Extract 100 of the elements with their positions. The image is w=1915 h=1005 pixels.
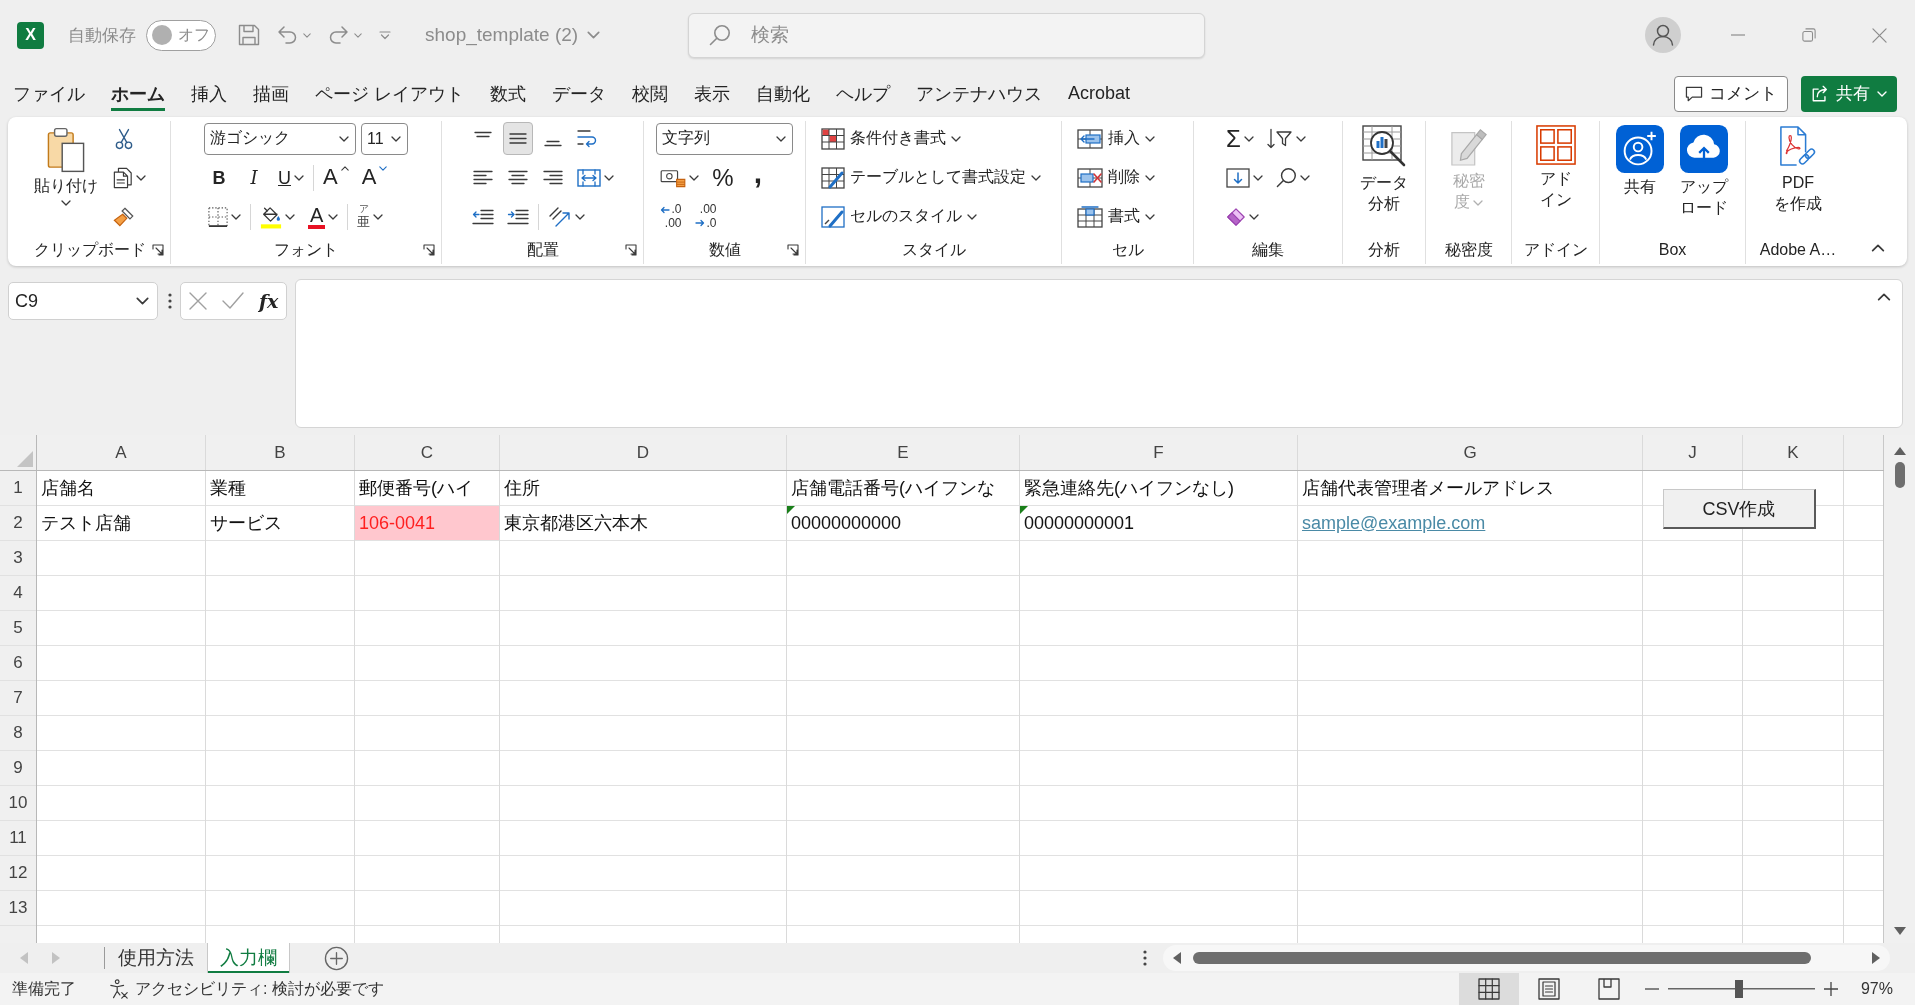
cell-styles-button[interactable]: セルのスタイル [816, 200, 982, 233]
column-header[interactable]: C [355, 435, 499, 470]
menu-tab[interactable]: 挿入 [178, 73, 240, 114]
create-pdf-button[interactable]: PDF を作成 [1771, 121, 1825, 215]
format-cells-button[interactable]: 書式 [1072, 200, 1160, 233]
comment-button[interactable]: コメント [1674, 75, 1788, 112]
caret-up-icon[interactable] [1871, 244, 1885, 252]
scrollbar-thumb[interactable] [1894, 462, 1905, 488]
avatar-icon[interactable] [1645, 17, 1681, 53]
sheet-tab[interactable]: 使用方法 [105, 943, 207, 973]
column-header[interactable]: A [37, 435, 205, 470]
table-cell[interactable]: 業種 [206, 471, 354, 505]
name-box[interactable]: C9 [8, 282, 158, 320]
comma-button[interactable]: , [743, 161, 773, 194]
increase-decimal-button[interactable]: .0 .00 [656, 200, 686, 233]
scrollbar-thumb[interactable] [1193, 952, 1811, 964]
table-cell[interactable]: 緊急連絡先(ハイフンなし) [1020, 471, 1297, 505]
zoom-in-button[interactable] [1823, 982, 1838, 996]
menu-tab[interactable]: ページ レイアウト [302, 73, 477, 114]
format-as-table-button[interactable]: テーブルとして書式設定 [816, 161, 1046, 194]
add-ins-button[interactable]: アドイン [1532, 121, 1579, 211]
menu-tab[interactable]: Acrobat [1055, 73, 1144, 114]
table-cell[interactable]: 東京都港区六本木 [500, 506, 786, 540]
table-cell[interactable]: sample@example.com [1298, 506, 1642, 540]
row-header[interactable]: 3 [0, 541, 36, 575]
table-cell[interactable]: 店舗名 [37, 471, 205, 505]
email-link[interactable]: sample@example.com [1302, 512, 1486, 534]
table-cell[interactable]: 郵便番号(ハイ [355, 471, 499, 505]
column-header[interactable]: D [500, 435, 786, 470]
triangle-left-icon[interactable] [1173, 952, 1181, 964]
table-cell[interactable]: 店舗代表管理者メールアドレス [1298, 471, 1642, 505]
row-header[interactable]: 5 [0, 611, 36, 645]
menu-tab[interactable]: 数式 [477, 73, 539, 114]
undo-button[interactable] [277, 25, 311, 45]
new-sheet-button[interactable] [324, 945, 349, 971]
column-header[interactable]: E [787, 435, 1019, 470]
table-cell[interactable]: サービス [206, 506, 354, 540]
font-size-dropdown[interactable]: 11 [361, 122, 408, 155]
more-icon[interactable] [1143, 950, 1147, 966]
triangle-right-icon[interactable] [1872, 952, 1880, 964]
table-cell[interactable]: 00000000000 [787, 506, 1019, 540]
autosave-toggle[interactable]: オフ [146, 19, 216, 51]
enter-button[interactable] [221, 292, 244, 310]
box-upload-button[interactable]: アップロード [1674, 121, 1733, 219]
redo-button[interactable] [328, 25, 362, 45]
menu-tab[interactable]: 描画 [240, 73, 302, 114]
data-analysis-button[interactable]: データ分析 [1355, 121, 1413, 215]
dialog-launcher-icon[interactable] [625, 244, 637, 256]
horizontal-scrollbar[interactable] [1163, 945, 1890, 971]
menu-tab[interactable]: ヘルプ [823, 73, 903, 114]
column-header[interactable]: B [206, 435, 354, 470]
row-header[interactable]: 1 [0, 471, 36, 505]
formula-input[interactable] [295, 279, 1903, 428]
caret-up-icon[interactable] [1877, 293, 1891, 301]
row-header[interactable]: 4 [0, 576, 36, 610]
font-name-dropdown[interactable]: 游ゴシック [204, 122, 356, 155]
column-header[interactable]: F [1020, 435, 1297, 470]
insert-cells-button[interactable]: 挿入 [1072, 122, 1160, 155]
paste-button[interactable]: 貼り付け [30, 121, 101, 206]
row-header[interactable]: 2 [0, 506, 36, 540]
menu-tab[interactable]: アンテナハウス [903, 73, 1055, 114]
normal-view-button[interactable] [1458, 973, 1519, 1005]
delete-cells-button[interactable]: 削除 [1072, 161, 1160, 194]
grow-font-button[interactable]: A [319, 161, 353, 194]
autosum-button[interactable]: Σ [1222, 122, 1258, 155]
column-header[interactable]: K [1743, 435, 1843, 470]
row-header[interactable]: 11 [0, 821, 36, 855]
table-cell[interactable]: 住所 [500, 471, 786, 505]
row-header[interactable]: 8 [0, 716, 36, 750]
decrease-decimal-button[interactable]: .00 .0 [691, 200, 721, 233]
csv-button[interactable]: CSV作成 [1663, 489, 1816, 529]
sheet-tab[interactable]: 入力欄 [207, 943, 290, 973]
underline-button[interactable]: U [274, 161, 308, 194]
dialog-launcher-icon[interactable] [423, 244, 435, 256]
menu-tab[interactable]: ファイル [0, 73, 98, 114]
percent-button[interactable]: % [708, 161, 738, 194]
menu-tab[interactable]: 自動化 [743, 73, 823, 114]
accessibility-button[interactable]: アクセシビリティ: 検討が必要です [109, 978, 384, 1000]
phonetic-guide-button[interactable]: ア 亜 [353, 200, 388, 233]
row-header[interactable]: 6 [0, 646, 36, 680]
conditional-format-button[interactable]: 条件付き書式 [816, 122, 966, 155]
column-header[interactable]: G [1298, 435, 1642, 470]
share-button[interactable]: 共有 [1801, 75, 1897, 112]
save-button[interactable] [238, 24, 260, 46]
bold-button[interactable]: B [204, 161, 234, 194]
table-cell[interactable]: 00000000001 [1020, 506, 1297, 540]
column-header[interactable]: J [1643, 435, 1742, 470]
row-header[interactable]: 7 [0, 681, 36, 715]
table-cell[interactable]: テスト店舗 [37, 506, 205, 540]
box-share-button[interactable]: 共有 [1612, 121, 1667, 198]
row-header[interactable]: 10 [0, 786, 36, 820]
insert-function-button[interactable]: fx [258, 290, 279, 312]
table-cell[interactable]: 店舗電話番号(ハイフンな [787, 471, 1019, 505]
row-header[interactable]: 12 [0, 856, 36, 890]
zoom-level-text[interactable]: 97% [1860, 980, 1893, 998]
italic-button[interactable]: I [239, 161, 269, 194]
dialog-launcher-icon[interactable] [152, 244, 164, 256]
shrink-font-button[interactable]: A [357, 161, 392, 194]
dialog-launcher-icon[interactable] [787, 244, 799, 256]
triangle-up-icon[interactable] [1893, 447, 1906, 455]
